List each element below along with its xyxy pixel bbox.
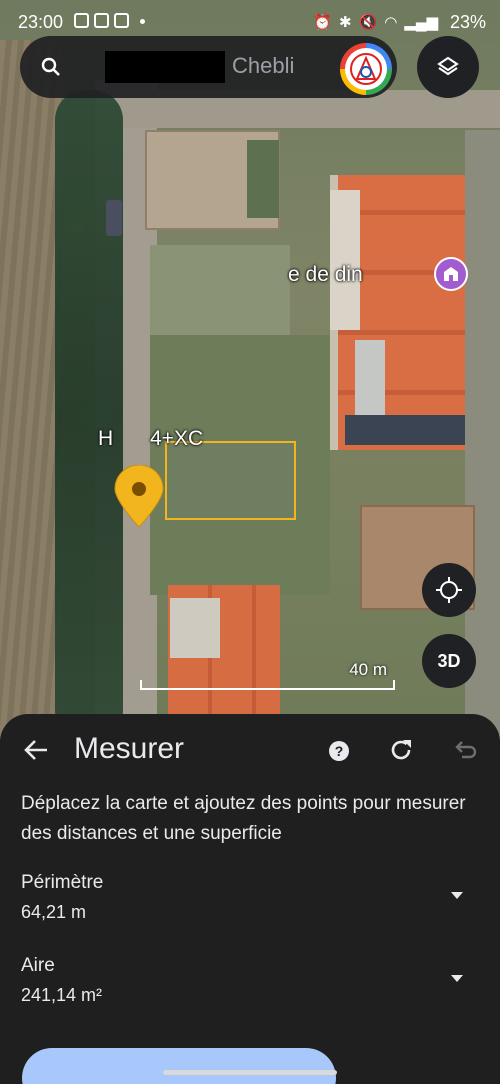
perimeter-row[interactable]: Périmètre 64,21 m [21, 872, 481, 923]
plus-code-prefix: H [98, 427, 114, 450]
perimeter-value: 64,21 m [21, 902, 87, 922]
wifi-icon: ◠ [384, 14, 398, 31]
mute-icon: 🔇 [358, 14, 378, 31]
building-courtyard [247, 140, 279, 218]
notification-icons [74, 13, 145, 28]
instagram-notification-icon [114, 13, 129, 28]
area-row[interactable]: Aire 241,14 m² [21, 955, 481, 1006]
clock: 23:00 [18, 12, 64, 32]
alarm-icon: ⏰ [313, 14, 332, 31]
search-query[interactable]: Chebli [232, 53, 294, 79]
bluetooth-icon: ✱ [338, 14, 352, 31]
parked-car [106, 200, 122, 236]
plot [150, 245, 290, 335]
my-location-button[interactable] [422, 563, 476, 617]
signal-icon: ▂▄▆ [404, 14, 438, 31]
crosshair-icon [436, 577, 462, 603]
scale-label: 40 m [349, 660, 387, 679]
layers-button[interactable] [417, 36, 479, 98]
plus-code-label: 4+XC [150, 427, 204, 450]
building [330, 190, 360, 330]
chevron-down-icon[interactable] [451, 892, 463, 899]
measured-area-outline [165, 441, 296, 520]
sheet-title: Mesurer [74, 732, 185, 765]
3d-view-button[interactable]: 3D [422, 634, 476, 688]
field-area [0, 40, 62, 740]
building [170, 598, 220, 658]
chevron-down-icon[interactable] [451, 975, 463, 982]
poi-marker-icon[interactable] [434, 257, 468, 291]
search-icon[interactable] [40, 56, 62, 78]
redacted-text [105, 51, 225, 83]
undo-icon[interactable] [452, 737, 478, 763]
system-icons: ⏰ ✱ 🔇 ◠ ▂▄▆ [313, 13, 438, 31]
home-indicator[interactable] [163, 1070, 337, 1075]
place-label[interactable]: e de din [288, 263, 363, 287]
instagram-notification-icon [94, 13, 109, 28]
refresh-icon[interactable] [388, 737, 414, 763]
instructions-text: Déplacez la carte et ajoutez des points … [21, 793, 466, 844]
battery-level: 23% [449, 12, 486, 32]
layers-icon [437, 56, 459, 76]
gallery-notification-icon [74, 13, 89, 28]
avatar-logo-icon [350, 53, 382, 85]
perimeter-label: Périmètre [21, 872, 104, 893]
measure-sheet: Mesurer ? Déplacez la carte et ajoutez d… [0, 714, 500, 1084]
location-pin-icon[interactable] [113, 464, 165, 529]
add-point-button[interactable] [22, 1048, 336, 1084]
back-arrow-icon[interactable] [22, 736, 50, 764]
more-notifications-icon [140, 19, 145, 24]
area-value: 241,14 m² [21, 985, 103, 1005]
scale-bar [140, 680, 395, 690]
map-scale: 40 m [140, 660, 395, 690]
account-avatar[interactable] [340, 43, 392, 95]
area-label: Aire [21, 955, 55, 976]
tree-line [55, 90, 123, 740]
building-shadow [345, 415, 465, 445]
satellite-map[interactable]: e de din H 4+XC 40 m 3D [0, 0, 500, 740]
help-icon[interactable]: ? [329, 741, 349, 761]
